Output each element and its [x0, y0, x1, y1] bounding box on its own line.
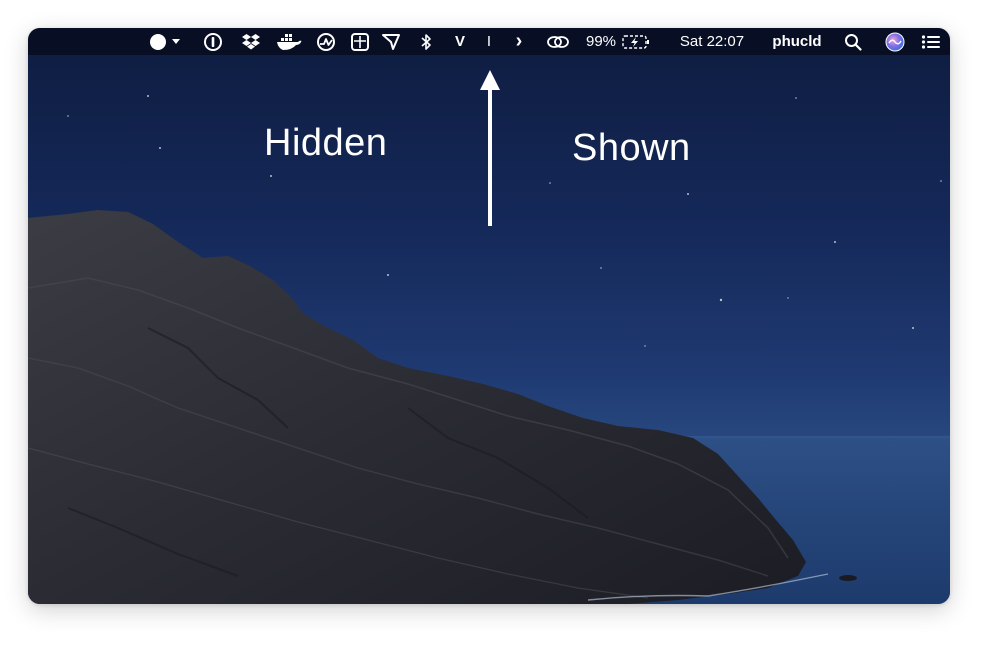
activity-monitor-item[interactable] — [313, 28, 339, 55]
menu-bar: V I › 99% Sat 22:07 phucld — [28, 28, 950, 55]
flag-icon — [382, 33, 400, 50]
user-menu[interactable]: phucld — [765, 28, 829, 55]
grid-app-item[interactable] — [347, 28, 373, 55]
bluetooth-icon — [421, 33, 431, 50]
hidden-label: Hidden — [264, 122, 388, 164]
chevron-right-icon[interactable]: › — [510, 28, 528, 55]
onepassword-item[interactable] — [200, 28, 226, 55]
vpn-v-icon[interactable]: V — [449, 28, 471, 55]
spotlight-item[interactable] — [842, 28, 864, 55]
siri-icon — [885, 32, 905, 51]
link-icon — [547, 35, 569, 48]
control-center-item[interactable] — [918, 28, 944, 55]
activity-monitor-icon — [317, 32, 335, 51]
shown-label: Shown — [572, 127, 691, 169]
bluetooth-item[interactable] — [415, 28, 437, 55]
desktop-screenshot: V I › 99% Sat 22:07 phucld Hidden Shown — [28, 28, 950, 604]
onepassword-icon — [204, 32, 222, 51]
divider-arrow-icon — [480, 70, 500, 226]
grid-app-icon — [351, 32, 369, 51]
control-center-icon — [921, 34, 940, 49]
cursor-toggle-icon — [150, 33, 180, 50]
dropbox-icon — [242, 33, 260, 49]
cursor-toggle-item[interactable] — [144, 28, 186, 55]
docker-icon — [277, 33, 302, 50]
dropbox-item[interactable] — [239, 28, 263, 55]
divider-bar-icon[interactable]: I — [482, 28, 496, 55]
battery-item[interactable] — [620, 28, 652, 55]
link-item[interactable] — [544, 28, 572, 55]
docker-item[interactable] — [274, 28, 304, 55]
search-icon — [845, 33, 862, 51]
siri-item[interactable] — [882, 28, 908, 55]
battery-percentage[interactable]: 99% — [583, 28, 619, 55]
rocky-island — [28, 210, 806, 604]
battery-charging-icon — [622, 34, 649, 49]
flag-item[interactable] — [378, 28, 404, 55]
menubar-clock[interactable]: Sat 22:07 — [669, 28, 755, 55]
